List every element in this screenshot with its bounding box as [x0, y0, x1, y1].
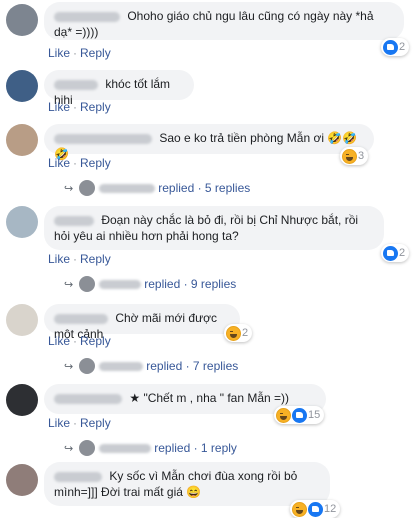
comment-actions: Like · Reply — [48, 252, 111, 266]
reaction-summary[interactable]: 2 — [224, 324, 253, 342]
comment-actions: Like · Reply — [48, 46, 111, 60]
avatar[interactable] — [6, 304, 38, 336]
reply-button[interactable]: Reply — [80, 46, 111, 60]
author-name[interactable] — [54, 79, 98, 90]
comment-text: "Chết m , nha " fan Mẫn =)) — [143, 391, 290, 405]
replier-avatar — [79, 180, 96, 196]
author-name[interactable] — [54, 471, 102, 482]
reaction-count: 2 — [242, 327, 249, 339]
haha-icon — [276, 407, 291, 423]
reply-arrow-icon: ↪ — [64, 360, 74, 373]
reaction-summary[interactable]: 15 — [274, 406, 325, 424]
replies-count: replied · 1 reply — [154, 441, 237, 455]
author-name[interactable] — [54, 11, 120, 22]
comment-actions: Like · Reply — [48, 416, 111, 430]
view-replies-link[interactable]: ↪ replied · 7 replies — [64, 358, 238, 374]
view-replies-link[interactable]: ↪ replied · 5 replies — [64, 180, 250, 196]
replier-name — [99, 361, 144, 371]
like-button[interactable]: Like — [48, 46, 70, 60]
replier-avatar — [79, 440, 96, 456]
haha-icon — [342, 148, 357, 164]
replier-avatar — [79, 276, 96, 292]
reply-arrow-icon: ↪ — [64, 442, 74, 455]
reaction-summary[interactable]: 2 — [381, 244, 410, 262]
avatar[interactable] — [6, 4, 38, 36]
comment-bubble: Chờ mãi mới được một cảnh — [44, 304, 240, 341]
author-name[interactable] — [54, 313, 108, 324]
like-button[interactable]: Like — [48, 252, 70, 266]
author-name[interactable] — [54, 393, 122, 404]
reply-arrow-icon: ↪ — [64, 278, 74, 291]
reply-button[interactable]: Reply — [80, 156, 111, 170]
replier-avatar — [79, 358, 96, 374]
comment-actions: Like · Reply — [48, 100, 111, 114]
comment-bubble: Sao e ko trả tiền phòng Mẫn ơi 🤣🤣🤣 — [44, 124, 374, 161]
replier-name — [99, 183, 156, 193]
replies-count: replied · 9 replies — [144, 277, 237, 291]
reply-button[interactable]: Reply — [80, 334, 111, 348]
view-replies-link[interactable]: ↪ replied · 1 reply — [64, 440, 237, 456]
like-icon — [292, 407, 307, 423]
replier-name — [99, 279, 142, 289]
avatar[interactable] — [6, 70, 38, 102]
reaction-count: 15 — [308, 409, 321, 421]
reply-arrow-icon: ↪ — [64, 182, 74, 195]
like-button[interactable]: Like — [48, 416, 70, 430]
replies-count: replied · 5 replies — [158, 181, 251, 195]
like-icon — [383, 39, 398, 55]
like-icon — [383, 245, 398, 261]
view-replies-link[interactable]: ↪ replied · 9 replies — [64, 276, 236, 292]
comment-bubble: Ohoho giáo chủ ngu lâu cũng có ngày này … — [44, 2, 404, 40]
comment-text: Đoạn này chắc là bỏ đi, rồi bị Chỉ Nhược… — [54, 213, 359, 243]
replies-count: replied · 7 replies — [146, 359, 239, 373]
comment-actions: Like · Reply — [48, 334, 111, 348]
reaction-count: 12 — [324, 503, 337, 515]
like-button[interactable]: Like — [48, 100, 70, 114]
comment-bubble: Đoạn này chắc là bỏ đi, rồi bị Chỉ Nhược… — [44, 206, 384, 250]
avatar[interactable] — [6, 464, 38, 496]
like-button[interactable]: Like — [48, 156, 70, 170]
comment-actions: Like · Reply — [48, 156, 111, 170]
comment-bubble: Ky sốc vì Mẫn chơi đùa xong rồi bỏ mình=… — [44, 462, 330, 506]
reaction-summary[interactable]: 3 — [340, 147, 369, 165]
reaction-count: 2 — [399, 41, 406, 53]
avatar[interactable] — [6, 206, 38, 238]
like-icon — [308, 501, 323, 517]
star-icon: ★ — [129, 391, 141, 405]
author-name[interactable] — [54, 215, 94, 226]
author-name[interactable] — [54, 133, 152, 144]
reaction-summary[interactable]: 12 — [290, 500, 341, 518]
reply-button[interactable]: Reply — [80, 416, 111, 430]
haha-icon — [226, 325, 241, 341]
replier-name — [99, 443, 152, 453]
reaction-count: 2 — [399, 247, 406, 259]
like-button[interactable]: Like — [48, 334, 70, 348]
reply-button[interactable]: Reply — [80, 100, 111, 114]
avatar[interactable] — [6, 384, 38, 416]
reply-button[interactable]: Reply — [80, 252, 111, 266]
avatar[interactable] — [6, 124, 38, 156]
comment-bubble: khóc tốt lắm hihi — [44, 70, 194, 107]
reaction-summary[interactable]: 2 — [381, 38, 410, 56]
reaction-count: 3 — [358, 150, 365, 162]
haha-icon — [292, 501, 307, 517]
